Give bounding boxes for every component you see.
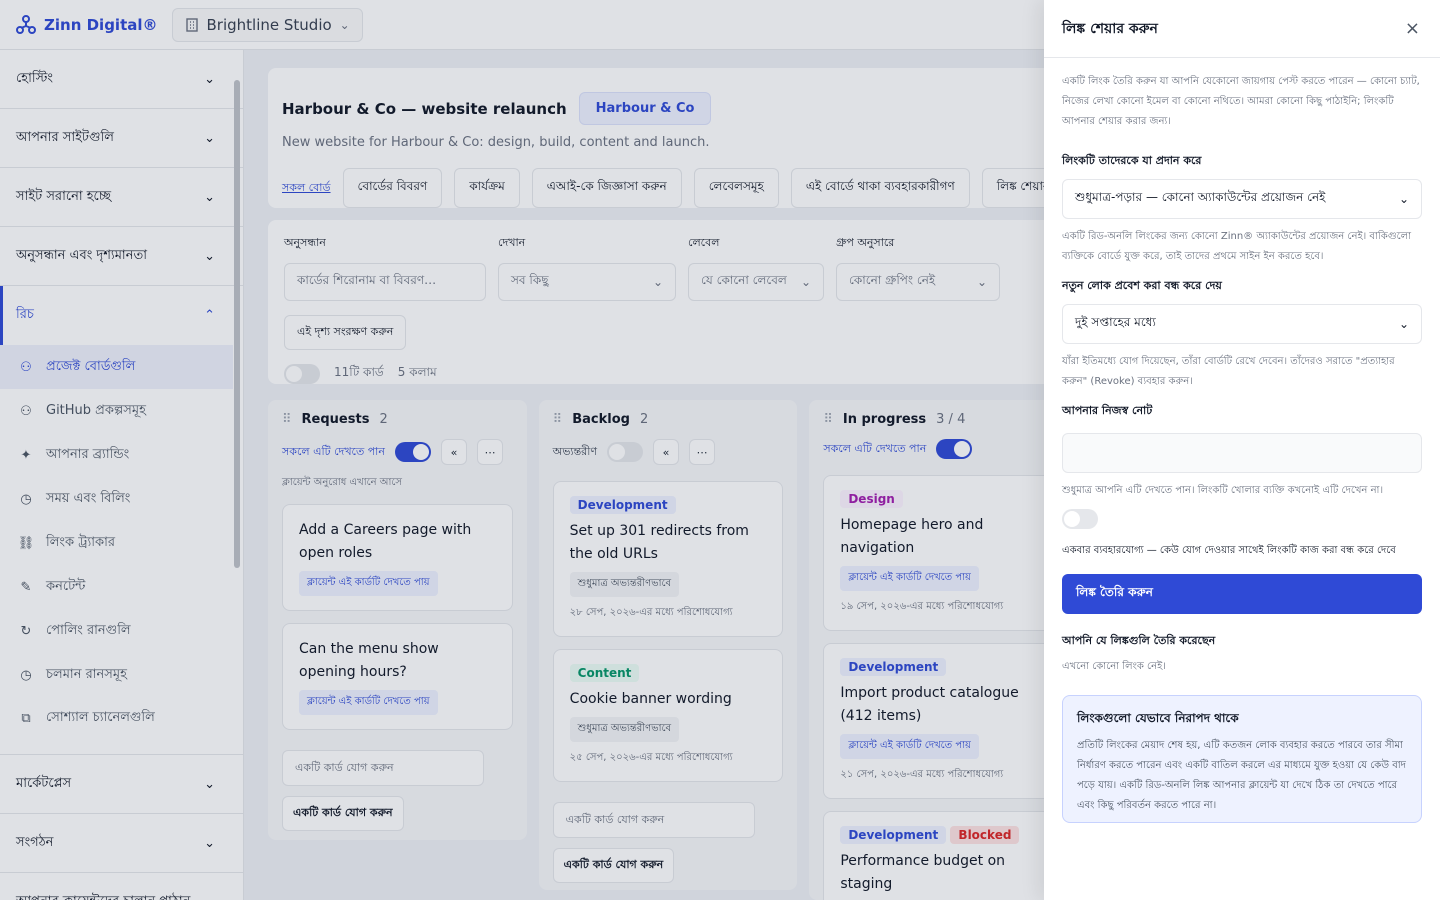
note-label: আপনার নিজস্ব নোট — [1062, 404, 1153, 417]
chevron-down-icon: ⌄ — [1398, 317, 1409, 331]
chevron-down-icon: ⌄ — [1398, 192, 1409, 206]
expiry-help: যাঁরা ইতিমধ্যে যোগ দিয়েছেন, তাঁরা বোর্ড… — [1062, 356, 1395, 387]
single-use-toggle[interactable] — [1062, 509, 1098, 529]
grants-help: একটি রিড-অনলি লিংকের জন্য কোনো Zinn® অ্য… — [1062, 231, 1411, 262]
created-links-label: আপনি যে লিঙ্কগুলি তৈরি করেছেন — [1062, 634, 1216, 647]
safety-title: লিংকগুলো যেভাবে নিরাপদ থাকে — [1077, 711, 1239, 725]
grants-label: লিংকটি তাদেরকে যা প্রদান করে — [1062, 154, 1202, 167]
close-icon[interactable]: × — [1405, 18, 1420, 39]
grants-select[interactable]: শুধুমাত্র-পড়ার — কোনো অ্যাকাউন্টের প্রয… — [1062, 179, 1422, 219]
drawer-intro: একটি লিংক তৈরি করুন যা আপনি যেকোনো জায়গ… — [1062, 76, 1420, 127]
expiry-label: নতুন লোক প্রবেশ করা বন্ধ করে দেয় — [1062, 279, 1222, 292]
create-link-button[interactable]: লিঙ্ক তৈরি করুন — [1062, 574, 1422, 614]
single-use-label: একবার ব্যবহারযোগ্য — কেউ যোগ দেওয়ার সাথ… — [1062, 545, 1396, 556]
note-help: শুধুমাত্র আপনি এটি দেখতে পান। লিংকটি খোল… — [1062, 485, 1384, 496]
safety-info-box: লিংকগুলো যেভাবে নিরাপদ থাকে প্রতিটি লিংক… — [1062, 695, 1422, 823]
safety-body: প্রতিটি লিংকের মেয়াদ শেষ হয়, এটি কতজন … — [1077, 740, 1406, 811]
modal-overlay[interactable] — [0, 0, 1044, 900]
drawer-title: লিঙ্ক শেয়ার করুন — [1062, 20, 1158, 37]
share-link-drawer: লিঙ্ক শেয়ার করুন × একটি লিংক তৈরি করুন … — [1044, 0, 1440, 900]
expiry-select[interactable]: দুই সপ্তাহের মধ্যে ⌄ — [1062, 304, 1422, 344]
note-input[interactable] — [1062, 433, 1422, 473]
created-links-empty: এখনো কোনো লিংক নেই। — [1062, 661, 1166, 672]
